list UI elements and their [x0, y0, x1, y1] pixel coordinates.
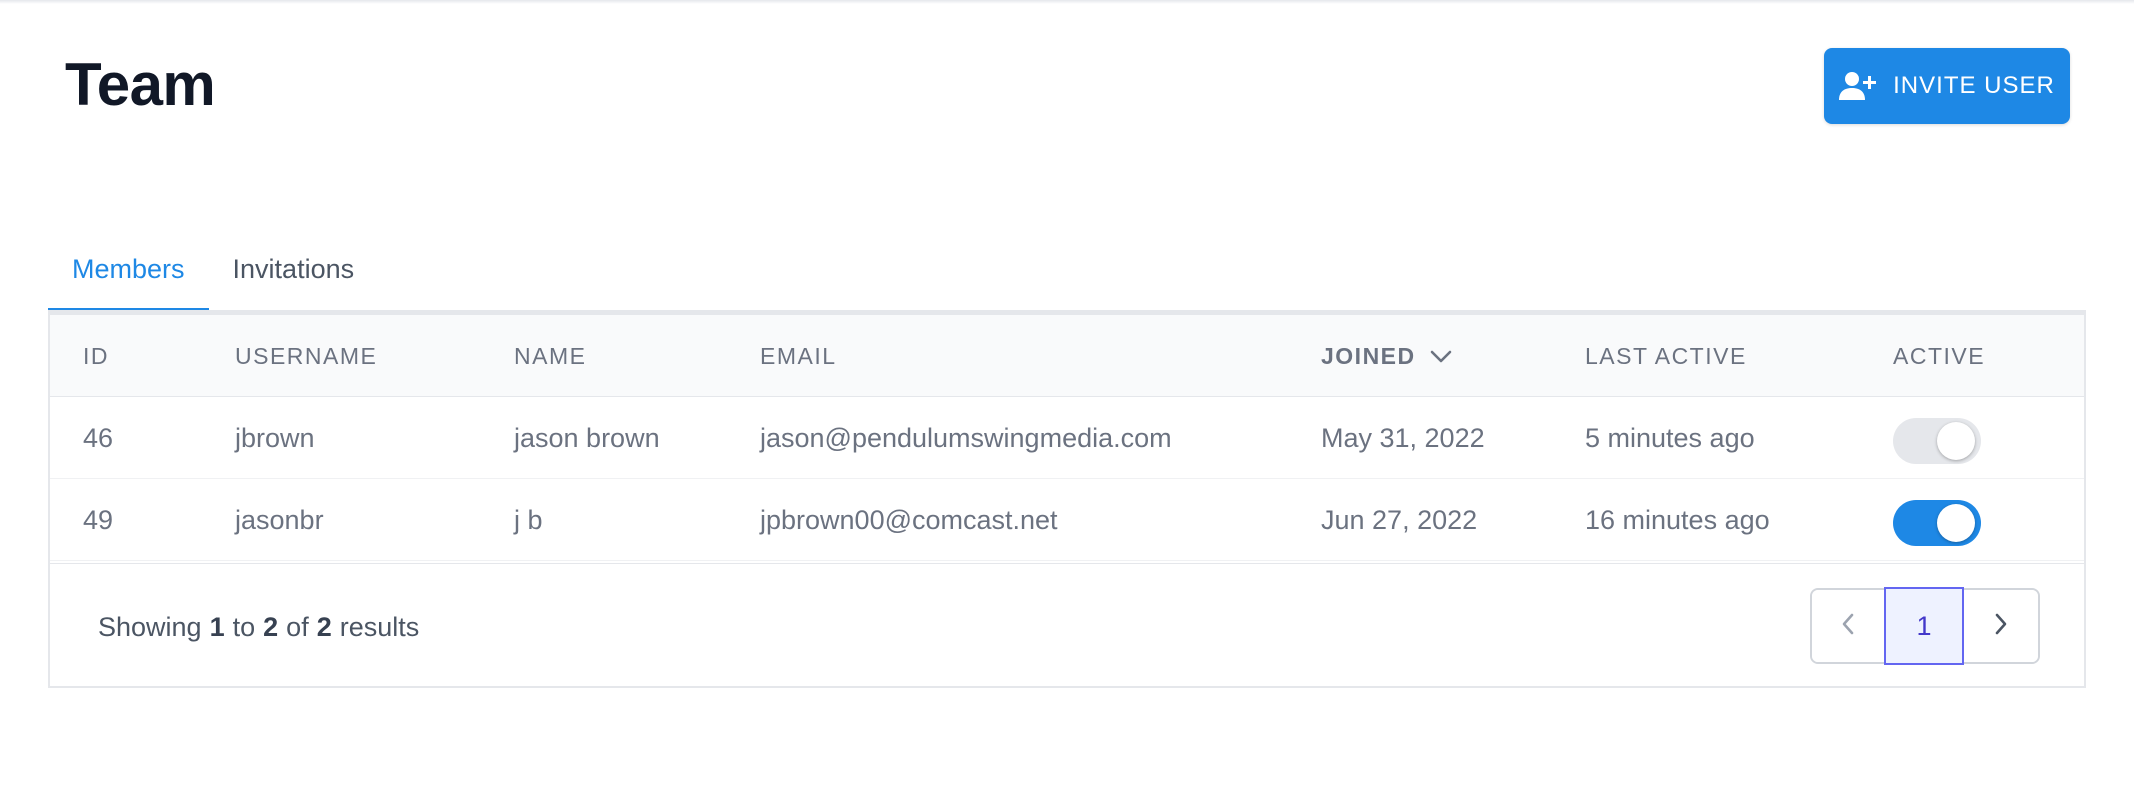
column-header-name[interactable]: NAME	[514, 315, 586, 397]
results-to: 2	[263, 611, 279, 642]
cell-username: jasonbr	[235, 504, 324, 535]
cell-joined: May 31, 2022	[1321, 422, 1485, 453]
active-toggle[interactable]	[1893, 418, 1981, 464]
tab-members[interactable]: Members	[48, 226, 209, 312]
column-header-joined-label: JOINED	[1321, 342, 1416, 369]
previous-page-button[interactable]	[1812, 590, 1885, 662]
members-table: ID USERNAME NAME EMAIL JOINED LAST ACTIV…	[48, 310, 2086, 688]
results-of-word: of	[286, 611, 309, 642]
cell-last-active: 16 minutes ago	[1585, 504, 1770, 535]
table-footer: Showing 1 to 2 of 2 results 1	[50, 563, 2084, 689]
chevron-down-icon	[1430, 343, 1452, 370]
cell-email: jpbrown00@comcast.net	[760, 504, 1058, 535]
results-total: 2	[316, 611, 332, 642]
chevron-right-icon	[1994, 613, 2008, 640]
cell-joined: Jun 27, 2022	[1321, 504, 1478, 535]
results-prefix: Showing	[98, 611, 202, 642]
invite-user-label: INVITE USER	[1893, 72, 2055, 99]
top-shadow	[0, 0, 2134, 4]
pagination: 1	[1810, 587, 2040, 665]
toggle-knob	[1937, 422, 1975, 460]
tab-bar: Members Invitations	[48, 226, 378, 312]
column-header-last-active[interactable]: LAST ACTIVE	[1585, 315, 1747, 397]
active-toggle[interactable]	[1893, 500, 1981, 546]
cell-id: 46	[83, 422, 114, 453]
table-row: 46 jbrown jason brown jason@pendulumswin…	[50, 397, 2084, 479]
results-suffix: results	[339, 611, 420, 642]
column-header-email[interactable]: EMAIL	[760, 315, 837, 397]
results-from: 1	[209, 611, 225, 642]
results-to-word: to	[232, 611, 256, 642]
chevron-left-icon	[1841, 613, 1855, 640]
column-header-joined[interactable]: JOINED	[1321, 315, 1452, 397]
invite-user-button[interactable]: INVITE USER	[1824, 48, 2070, 124]
results-summary: Showing 1 to 2 of 2 results	[98, 564, 419, 690]
page-title: Team	[65, 51, 216, 118]
cell-last-active: 5 minutes ago	[1585, 422, 1755, 453]
column-header-id[interactable]: ID	[83, 315, 109, 397]
column-header-active[interactable]: ACTIVE	[1893, 315, 1985, 397]
cell-email: jason@pendulumswingmedia.com	[760, 422, 1172, 453]
next-page-button[interactable]	[1963, 590, 2038, 662]
toggle-knob	[1937, 504, 1975, 542]
page-button-1[interactable]: 1	[1883, 587, 1965, 665]
table-header: ID USERNAME NAME EMAIL JOINED LAST ACTIV…	[50, 315, 2084, 397]
column-header-username[interactable]: USERNAME	[235, 315, 377, 397]
tab-invitations[interactable]: Invitations	[209, 226, 379, 312]
user-plus-icon	[1839, 71, 1877, 101]
cell-username: jbrown	[235, 422, 315, 453]
cell-name: j b	[514, 504, 543, 535]
table-row: 49 jasonbr j b jpbrown00@comcast.net Jun…	[50, 479, 2084, 561]
cell-name: jason brown	[514, 422, 660, 453]
cell-id: 49	[83, 504, 114, 535]
